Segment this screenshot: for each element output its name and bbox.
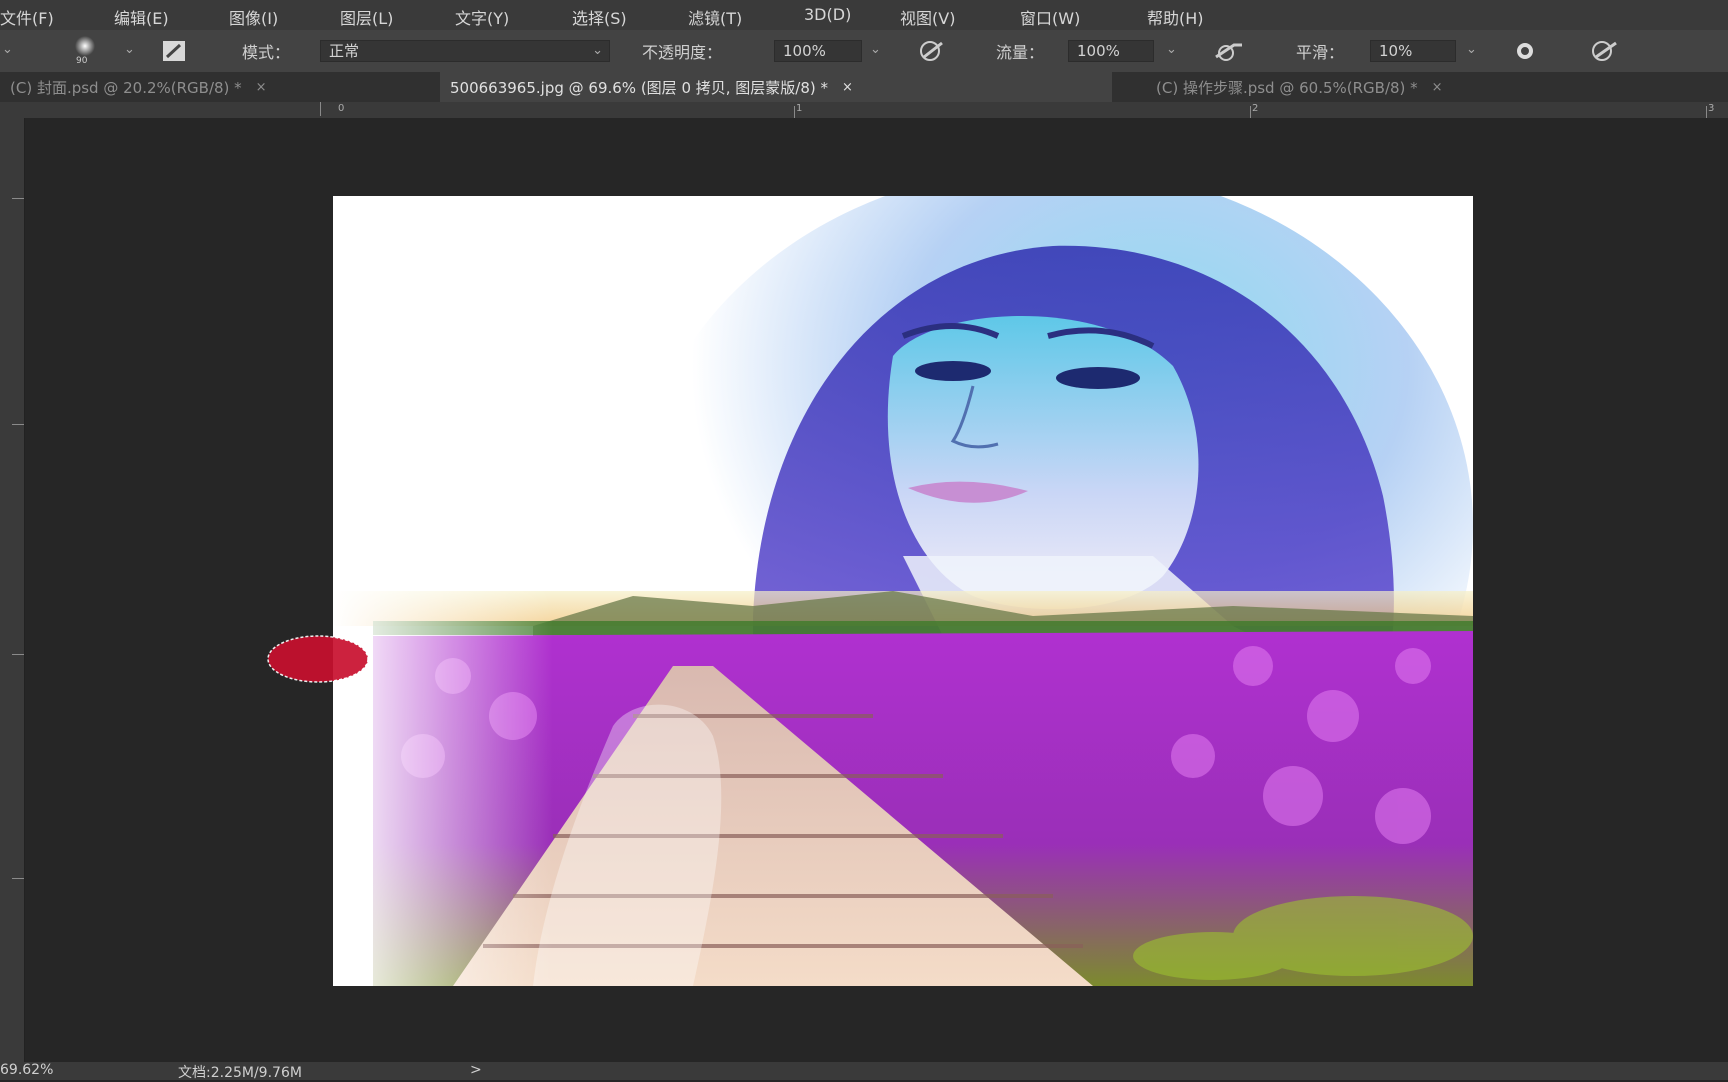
blend-mode-chevron-icon: ⌄ [592, 43, 603, 58]
close-icon[interactable]: × [256, 80, 267, 95]
gear-icon[interactable] [1512, 39, 1540, 63]
tab-title: 500663965.jpg @ 69.6% (图层 0 拷贝, 图层蒙版/8) … [450, 78, 829, 97]
ruler-tick [12, 198, 24, 199]
menu-image[interactable]: 图像(I) [229, 5, 278, 29]
smoothing-label: 平滑： [1296, 43, 1345, 62]
horizontal-ruler: 0 1 2 3 [0, 102, 1728, 119]
tool-options-bar: ⌄ 90 ⌄ 模式： 正常 ⌄ 不透明度： 100% ⌄ 流量： 100% ⌄ … [0, 30, 1728, 73]
menu-layer[interactable]: 图层(L) [340, 5, 393, 29]
document-canvas[interactable] [333, 196, 1473, 986]
ruler-tick [12, 878, 24, 879]
menu-select[interactable]: 选择(S) [572, 5, 627, 29]
opacity-value: 100% [783, 42, 826, 60]
tab-title: (C) 操作步骤.psd @ 60.5%(RGB/8) * [1156, 78, 1418, 97]
ruler-label: 3 [1708, 103, 1715, 114]
flow-label: 流量： [996, 43, 1045, 62]
document-tab-bar: (C) 封面.psd @ 20.2%(RGB/8) * × 500663965.… [0, 72, 1728, 102]
blend-mode-value: 正常 [329, 42, 360, 60]
vertical-ruler [0, 118, 25, 1062]
menu-help[interactable]: 帮助(H) [1147, 5, 1204, 29]
menu-3d[interactable]: 3D(D) [804, 5, 851, 24]
blend-mode-select[interactable]: 正常 ⌄ [320, 40, 610, 62]
menu-bar: 文件(F) 编辑(E) 图像(I) 图层(L) 文字(Y) 选择(S) 滤镜(T… [0, 0, 1728, 30]
ruler-tick [12, 424, 24, 425]
tab-steps-psd[interactable]: (C) 操作步骤.psd @ 60.5%(RGB/8) * × [1146, 72, 1626, 102]
smoothing-input[interactable]: 10% [1370, 40, 1456, 62]
airbrush-icon[interactable] [1212, 39, 1252, 63]
ruler-tick [320, 102, 321, 116]
menu-filter[interactable]: 滤镜(T) [688, 5, 742, 29]
smoothing-value: 10% [1379, 42, 1413, 60]
tab-active-jpg[interactable]: 500663965.jpg @ 69.6% (图层 0 拷贝, 图层蒙版/8) … [440, 72, 1112, 102]
menu-file[interactable]: 文件(F) [0, 5, 54, 29]
brush-preset-chevron-icon[interactable]: ⌄ [124, 42, 135, 57]
ruler-tick [12, 654, 24, 655]
brush-size-label: 90 [76, 56, 88, 66]
tab-title: (C) 封面.psd @ 20.2%(RGB/8) * [10, 78, 242, 97]
mode-label: 模式： [242, 43, 291, 62]
flow-value: 100% [1077, 42, 1120, 60]
close-icon[interactable]: × [1432, 80, 1443, 95]
flow-chevron-icon[interactable]: ⌄ [1166, 42, 1177, 57]
opacity-input[interactable]: 100% [774, 40, 862, 62]
document-size: 文档:2.25M/9.76M [178, 1065, 302, 1081]
ruler-label: 0 [338, 103, 345, 114]
flow-input[interactable]: 100% [1068, 40, 1154, 62]
status-bar: 69.62% 文档:2.25M/9.76M > [0, 1062, 1728, 1081]
menu-edit[interactable]: 编辑(E) [114, 5, 169, 29]
tool-preset-chevron-icon[interactable]: ⌄ [2, 42, 13, 57]
status-menu-arrow-icon[interactable]: > [470, 1062, 482, 1078]
ruler-tick [1250, 106, 1251, 118]
brush-cursor-icon [267, 635, 369, 683]
ruler-tick [794, 106, 795, 118]
menu-type[interactable]: 文字(Y) [455, 5, 509, 29]
ruler-label: 2 [1252, 103, 1259, 114]
opacity-chevron-icon[interactable]: ⌄ [870, 42, 881, 57]
pressure-size-icon[interactable] [1588, 39, 1622, 63]
brush-preset-picker[interactable]: 90 [68, 34, 102, 68]
zoom-level[interactable]: 69.62% [0, 1062, 53, 1078]
ruler-tick [1706, 106, 1707, 118]
menu-window[interactable]: 窗口(W) [1020, 5, 1080, 29]
menu-view[interactable]: 视图(V) [900, 5, 955, 29]
pressure-opacity-icon[interactable] [914, 39, 950, 63]
opacity-label: 不透明度： [642, 43, 723, 62]
tab-cover-psd[interactable]: (C) 封面.psd @ 20.2%(RGB/8) * × [0, 72, 428, 102]
brush-panel-toggle-icon[interactable] [162, 40, 186, 62]
double-exposure-image[interactable] [333, 196, 1473, 986]
smoothing-chevron-icon[interactable]: ⌄ [1466, 42, 1477, 57]
ruler-label: 1 [796, 103, 803, 114]
close-icon[interactable]: × [842, 80, 853, 95]
